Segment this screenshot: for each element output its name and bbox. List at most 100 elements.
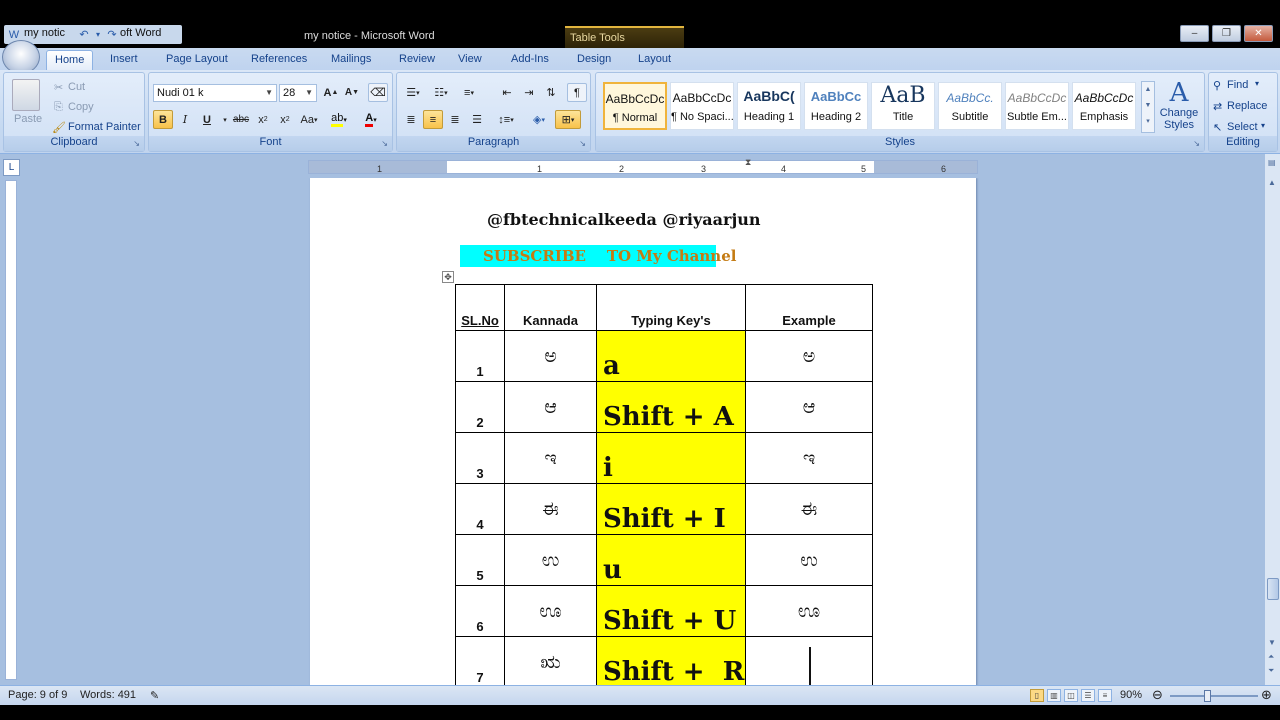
draft-icon[interactable]: ≡ xyxy=(1098,689,1112,702)
cell-key[interactable]: Shift + U xyxy=(596,585,746,637)
chevron-down-icon[interactable]: ▾ xyxy=(1261,121,1265,130)
style-subtle-emphasis[interactable]: AaBbCcDc Subtle Em... xyxy=(1005,82,1069,130)
styles-scroll[interactable]: ▲ ▼ ▾ xyxy=(1141,81,1155,133)
cell-example[interactable] xyxy=(745,636,873,685)
undo-icon[interactable]: ↶ xyxy=(77,27,91,41)
scroll-up-icon[interactable]: ▲ xyxy=(1268,178,1276,187)
dialog-launcher-icon[interactable]: ↘ xyxy=(579,139,586,148)
grow-font-icon[interactable]: A ▲ xyxy=(321,83,341,102)
cell-key[interactable]: Shift + R xyxy=(596,636,746,685)
more-icon[interactable]: ▾ xyxy=(1142,114,1154,130)
clear-formatting-icon[interactable]: ⌫ xyxy=(368,83,388,102)
scroll-down-icon[interactable]: ▼ xyxy=(1142,98,1154,114)
previous-page-icon[interactable]: ⏶ xyxy=(1268,652,1274,662)
tab-page-layout[interactable]: Page Layout xyxy=(158,50,236,70)
multilevel-list-icon[interactable]: ≡ ▾ xyxy=(457,83,481,102)
cell-kannada[interactable]: ಈ xyxy=(504,483,597,535)
borders-icon[interactable]: ⊞ ▾ xyxy=(555,110,581,129)
vertical-ruler[interactable] xyxy=(0,178,22,685)
cell-key[interactable]: i xyxy=(596,432,746,484)
scroll-down-icon[interactable]: ▼ xyxy=(1268,638,1276,647)
tab-design[interactable]: Design xyxy=(569,50,619,70)
restore-button[interactable]: ❐ xyxy=(1212,25,1241,42)
style-no-spacing[interactable]: AaBbCcDc ¶ No Spaci... xyxy=(670,82,734,130)
full-screen-reading-icon[interactable]: ▥ xyxy=(1047,689,1061,702)
minimize-button[interactable]: – xyxy=(1180,25,1209,42)
page[interactable]: @fbtechnicalkeeda @riyaarjun SUBSCRIBE T… xyxy=(310,178,976,685)
cell-example[interactable]: ಉ xyxy=(745,534,873,586)
select-button[interactable]: Select xyxy=(1227,121,1258,133)
zoom-out-icon[interactable]: ⊖ xyxy=(1152,687,1163,703)
zoom-slider-thumb[interactable] xyxy=(1204,690,1211,702)
scroll-up-icon[interactable]: ▲ xyxy=(1142,82,1154,98)
increase-indent-icon[interactable]: ⇥ xyxy=(519,83,539,102)
scroll-thumb[interactable] xyxy=(1267,578,1279,600)
indent-marker-icon[interactable]: ⧗ xyxy=(745,157,751,168)
style-title[interactable]: AaB Title xyxy=(871,82,935,130)
cell-key[interactable]: Shift + I xyxy=(596,483,746,535)
page-count[interactable]: Page: 9 of 9 xyxy=(8,689,67,701)
format-painter-button[interactable]: Format Painter xyxy=(68,121,141,133)
style-normal[interactable]: AaBbCcDc ¶ Normal xyxy=(603,82,667,130)
cell-key[interactable]: a xyxy=(596,330,746,382)
cell-no[interactable]: 4 xyxy=(455,483,505,535)
print-layout-icon[interactable]: ▯ xyxy=(1030,689,1044,702)
cell-example[interactable]: ಈ xyxy=(745,483,873,535)
bullets-icon[interactable]: ☰ ▾ xyxy=(401,83,425,102)
cell-no[interactable]: 2 xyxy=(455,381,505,433)
paste-icon[interactable] xyxy=(12,79,40,111)
italic-icon[interactable]: I xyxy=(175,110,195,129)
cell-no[interactable]: 1 xyxy=(455,330,505,382)
dialog-launcher-icon[interactable]: ↘ xyxy=(381,139,388,148)
word-count[interactable]: Words: 491 xyxy=(80,689,136,701)
chevron-down-icon[interactable]: ▾ xyxy=(1255,79,1259,88)
bold-icon[interactable]: B xyxy=(153,110,173,129)
tab-review[interactable]: Review xyxy=(391,50,443,70)
align-right-icon[interactable]: ≣ xyxy=(445,110,465,129)
find-button[interactable]: Find xyxy=(1227,79,1248,91)
kannada-key-table[interactable]: SL.No Kannada Typing Key's Example 1 ಅ a… xyxy=(455,284,873,685)
cell-kannada[interactable]: ಇ xyxy=(504,432,597,484)
redo-icon[interactable]: ↷ xyxy=(105,27,119,41)
proofing-icon[interactable]: ✎ xyxy=(150,689,159,702)
tab-references[interactable]: References xyxy=(243,50,315,70)
font-size-combo[interactable]: 28 ▼ xyxy=(279,84,317,102)
cell-example[interactable]: ಊ xyxy=(745,585,873,637)
cell-example[interactable]: ಇ xyxy=(745,432,873,484)
cell-no[interactable]: 3 xyxy=(455,432,505,484)
change-styles-button[interactable]: A Change Styles xyxy=(1159,79,1199,135)
web-layout-icon[interactable]: ◫ xyxy=(1064,689,1078,702)
style-emphasis[interactable]: AaBbCcDc Emphasis xyxy=(1072,82,1136,130)
cell-key[interactable]: Shift + A xyxy=(596,381,746,433)
shrink-font-icon[interactable]: A ▼ xyxy=(342,83,362,102)
tab-home[interactable]: Home xyxy=(46,50,94,70)
office-button[interactable] xyxy=(2,40,40,74)
cell-kannada[interactable]: ಋ xyxy=(504,636,597,685)
cell-no[interactable]: 7 xyxy=(455,636,505,685)
show-marks-icon[interactable]: ¶ xyxy=(567,83,587,102)
tab-layout[interactable]: Layout xyxy=(630,50,679,70)
outline-icon[interactable]: ☰ xyxy=(1081,689,1095,702)
cell-key[interactable]: u xyxy=(596,534,746,586)
cell-kannada[interactable]: ಉ xyxy=(504,534,597,586)
paste-button[interactable]: Paste xyxy=(14,113,42,125)
font-color-icon[interactable]: A ▾ xyxy=(359,110,383,129)
horizontal-ruler[interactable]: 1 1 2 3 4 5 6 ⧗ xyxy=(308,157,978,174)
dialog-launcher-icon[interactable]: ↘ xyxy=(1193,139,1200,148)
tab-add-ins[interactable]: Add-Ins xyxy=(503,50,557,70)
numbering-icon[interactable]: ☷ ▾ xyxy=(429,83,453,102)
zoom-slider-track[interactable] xyxy=(1170,695,1258,697)
justify-icon[interactable]: ☰ xyxy=(467,110,487,129)
next-page-icon[interactable]: ⏷ xyxy=(1268,666,1274,676)
cell-no[interactable]: 5 xyxy=(455,534,505,586)
cell-no[interactable]: 6 xyxy=(455,585,505,637)
font-name-combo[interactable]: Nudi 01 k ▼ xyxy=(153,84,277,102)
decrease-indent-icon[interactable]: ⇤ xyxy=(497,83,517,102)
style-heading-2[interactable]: AaBbCc Heading 2 xyxy=(804,82,868,130)
undo-dropdown-icon[interactable]: ▾ xyxy=(91,27,105,41)
style-subtitle[interactable]: AaBbCc. Subtitle xyxy=(938,82,1002,130)
zoom-level[interactable]: 90% xyxy=(1120,689,1142,701)
highlight-icon[interactable]: ab ▾ xyxy=(327,110,351,129)
shading-icon[interactable]: ◈ ▾ xyxy=(527,110,551,129)
style-heading-1[interactable]: AaBbC(Heading 1 xyxy=(737,82,801,130)
